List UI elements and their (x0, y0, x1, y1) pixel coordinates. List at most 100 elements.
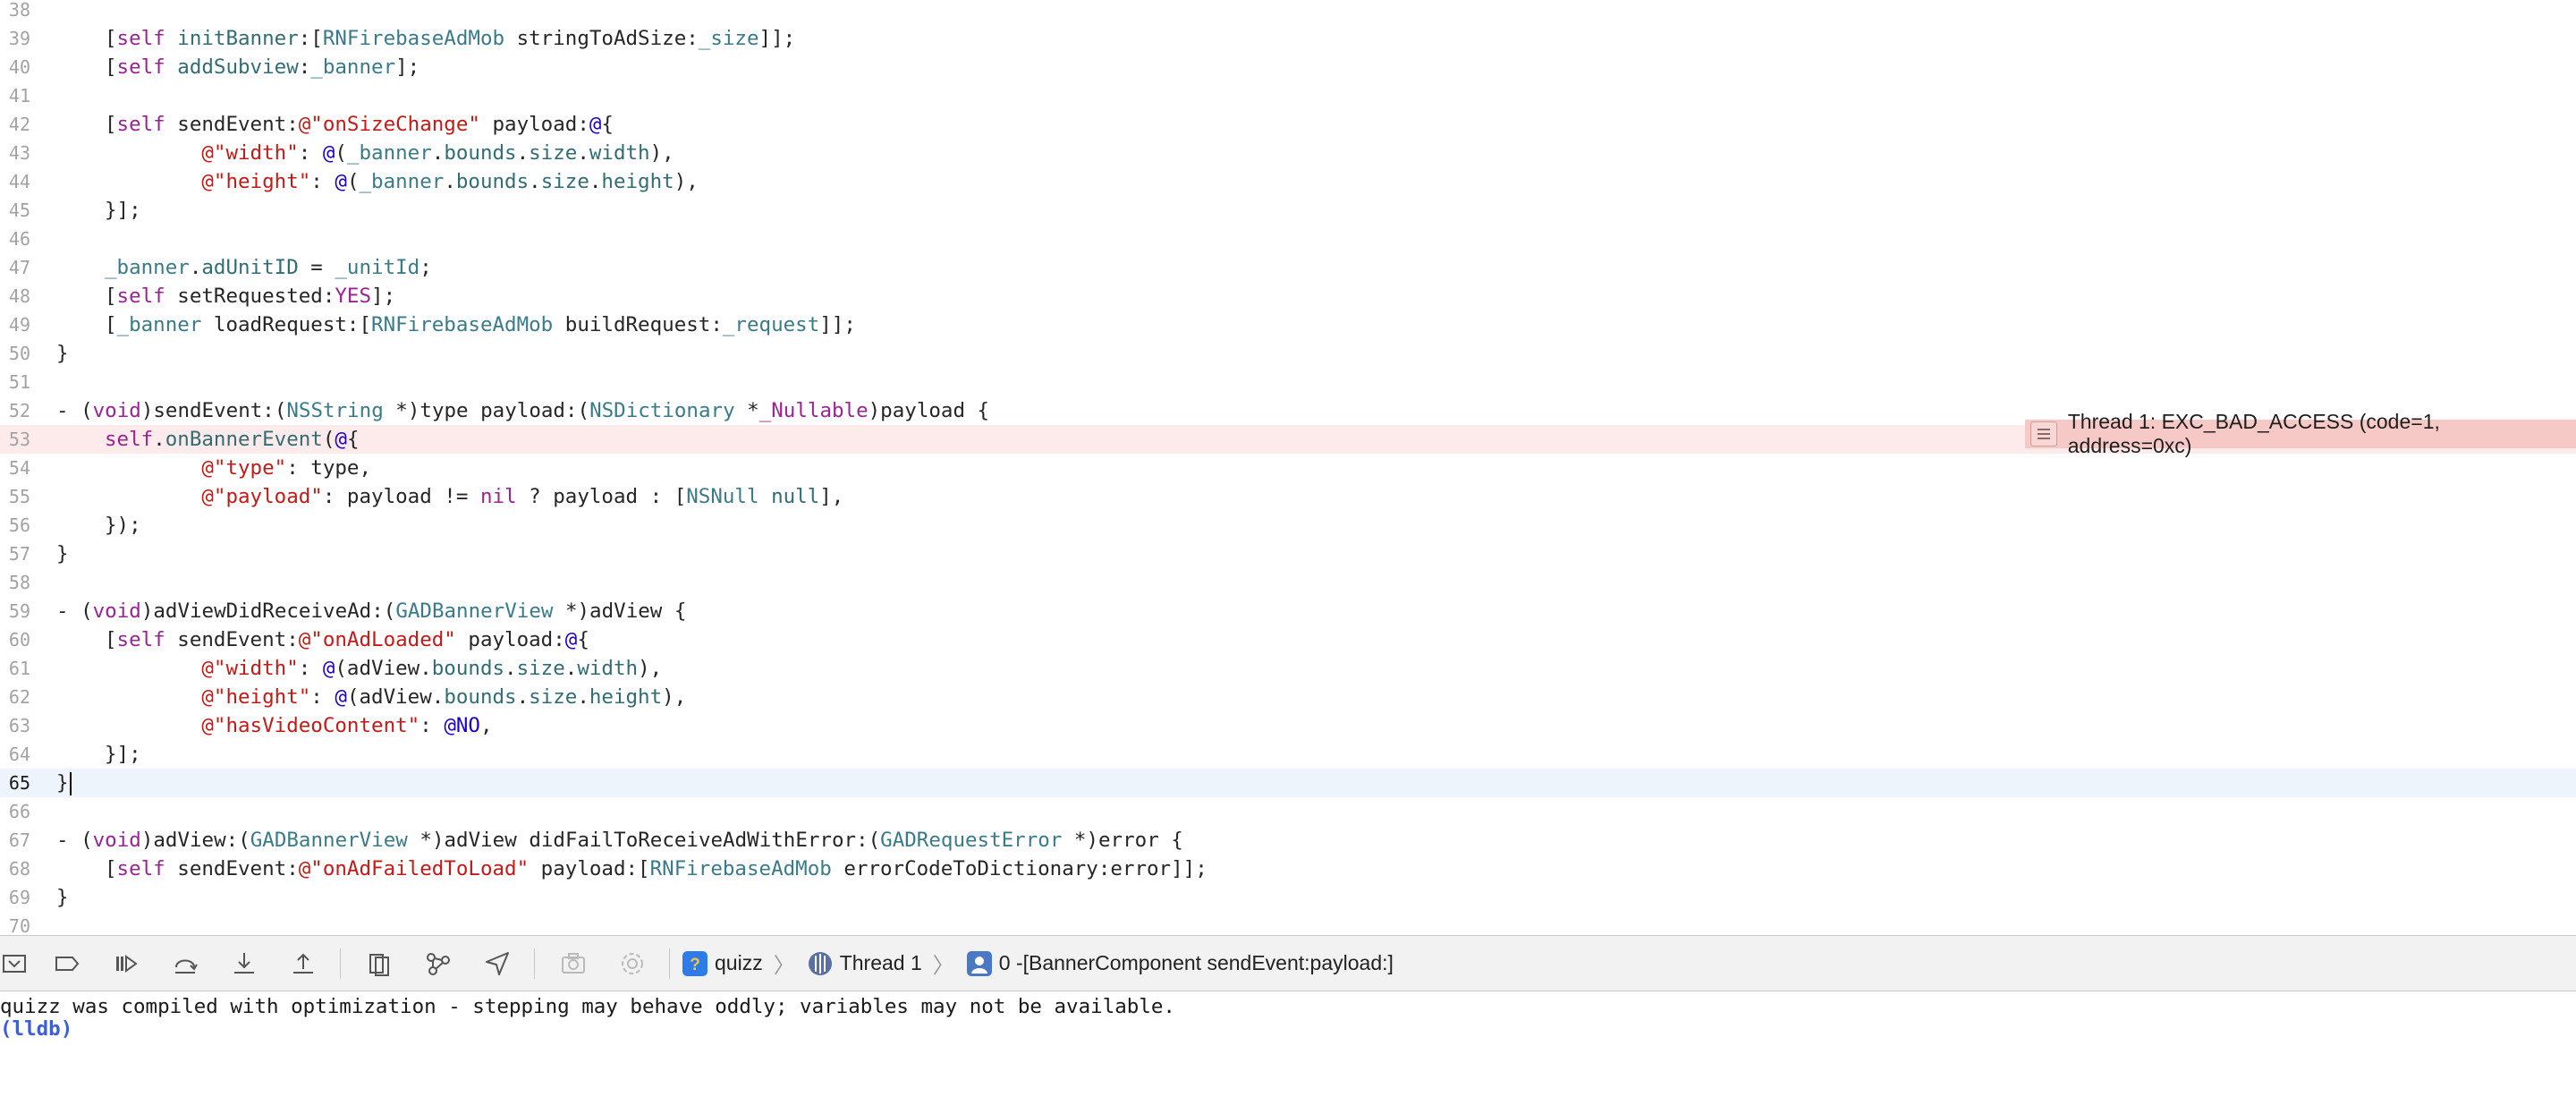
line-number[interactable]: 48 (0, 282, 30, 310)
svg-text:?: ? (690, 956, 700, 974)
continue-icon[interactable] (106, 943, 147, 984)
code-line[interactable]: 64}]; (0, 740, 2576, 769)
code-line[interactable]: 60 [self sendEvent:@"onAdLoaded" payload:… (0, 625, 2576, 654)
code-line[interactable]: 58 (0, 568, 2576, 597)
code-line[interactable]: 69} (0, 883, 2576, 912)
code-line[interactable]: 47 _banner.adUnitID = _unitId; (0, 253, 2576, 282)
code-line[interactable]: 63 @"hasVideoContent": @NO, (0, 711, 2576, 740)
camera-icon[interactable] (553, 943, 594, 984)
line-number[interactable]: 40 (0, 53, 30, 81)
code-text: } (56, 342, 69, 365)
breadcrumb-frame[interactable]: 0 -[BannerComponent sendEvent:payload:] (966, 950, 1394, 976)
memory-graph-icon[interactable] (418, 943, 459, 984)
code-line[interactable]: 61 @"width": @(adView.bounds.size.width)… (0, 654, 2576, 683)
code-line[interactable]: 56}); (0, 511, 2576, 540)
line-number[interactable]: 60 (0, 625, 30, 654)
simulate-location-icon[interactable] (477, 943, 518, 984)
step-into-icon[interactable] (224, 943, 265, 984)
code-line[interactable]: 38 (0, 0, 2576, 24)
line-number[interactable]: 57 (0, 540, 30, 568)
code-line[interactable]: 48 [self setRequested:YES]; (0, 282, 2576, 310)
breadcrumb-thread[interactable]: Thread 1 (808, 951, 922, 976)
code-line[interactable]: 44 @"height": @(_banner.bounds.size.heig… (0, 167, 2576, 196)
line-number[interactable]: 58 (0, 568, 30, 597)
code-text: - (void)adViewDidReceiveAd:(GADBannerVie… (56, 600, 687, 623)
code-text: }]; (105, 199, 141, 222)
error-annotation[interactable]: Thread 1: EXC_BAD_ACCESS (code=1, addres… (2025, 410, 2576, 457)
code-text: _banner.adUnitID = _unitId; (105, 256, 432, 279)
code-text: [_banner loadRequest:[RNFirebaseAdMob bu… (105, 313, 856, 336)
code-line[interactable]: 45}]; (0, 196, 2576, 225)
line-number[interactable]: 55 (0, 482, 30, 511)
code-line[interactable]: 49 [_banner loadRequest:[RNFirebaseAdMob … (0, 310, 2576, 339)
source-editor[interactable]: 38 39 [self initBanner:[RNFirebaseAdMob st… (0, 0, 2576, 935)
breadcrumb-app[interactable]: ? quizz (682, 950, 763, 976)
code-line[interactable]: 40 [self addSubview:_banner]; (0, 53, 2576, 81)
line-number[interactable]: 62 (0, 683, 30, 711)
line-number[interactable]: 56 (0, 511, 30, 540)
line-number[interactable]: 54 (0, 454, 30, 482)
breakpoint-icon[interactable] (47, 943, 88, 984)
code-line[interactable]: 51 (0, 368, 2576, 396)
code-line[interactable]: 46 (0, 225, 2576, 253)
line-number[interactable]: 66 (0, 797, 30, 826)
code-line[interactable]: 41 (0, 81, 2576, 110)
code-line[interactable]: 42 [self sendEvent:@"onSizeChange" payloa… (0, 110, 2576, 139)
line-number[interactable]: 67 (0, 826, 30, 855)
app-icon: ? (682, 950, 708, 976)
line-number[interactable]: 69 (0, 883, 30, 912)
line-number[interactable]: 63 (0, 711, 30, 740)
line-number[interactable]: 46 (0, 225, 30, 253)
code-line[interactable]: 43 @"width": @(_banner.bounds.size.width… (0, 139, 2576, 167)
line-number[interactable]: 47 (0, 253, 30, 282)
line-number[interactable]: 61 (0, 654, 30, 683)
line-number[interactable]: 50 (0, 339, 30, 368)
code-line[interactable]: 67 - (void)adView:(GADBannerView *)adView… (0, 826, 2576, 855)
view-debugger-icon[interactable] (359, 943, 400, 984)
line-number[interactable]: 38 (0, 0, 30, 24)
code-text: [self initBanner:[RNFirebaseAdMob string… (105, 27, 796, 50)
code-line[interactable]: 66 (0, 797, 2576, 826)
code-line[interactable]: 70 (0, 912, 2576, 935)
line-number[interactable]: 70 (0, 912, 30, 935)
line-number[interactable]: 68 (0, 855, 30, 883)
hide-debug-area-icon[interactable] (0, 943, 29, 984)
line-number[interactable]: 49 (0, 310, 30, 339)
line-number[interactable]: 41 (0, 81, 30, 110)
error-list-icon[interactable] (2030, 421, 2057, 446)
code-line[interactable]: 68 [self sendEvent:@"onAdFailedToLoad" pa… (0, 855, 2576, 883)
error-message: Thread 1: EXC_BAD_ACCESS (code=1, addres… (2067, 410, 2440, 457)
code-text: @"hasVideoContent": @NO, (201, 714, 493, 737)
console-message: quizz was compiled with optimization - s… (0, 995, 1175, 1018)
line-number[interactable]: 52 (0, 396, 30, 425)
line-number[interactable]: 65 (0, 769, 30, 797)
code-text: [self addSubview:_banner]; (105, 55, 420, 79)
code-text: }]; (105, 743, 141, 766)
line-number[interactable]: 43 (0, 139, 30, 167)
line-number[interactable]: 45 (0, 196, 30, 225)
gear-icon[interactable] (612, 943, 653, 984)
line-number[interactable]: 42 (0, 110, 30, 139)
code-line[interactable]: 55 @"payload": payload != nil ? payload … (0, 482, 2576, 511)
code-line[interactable]: 62 @"height": @(adView.bounds.size.heigh… (0, 683, 2576, 711)
line-number[interactable]: 64 (0, 740, 30, 769)
step-out-icon[interactable] (283, 943, 324, 984)
code-line[interactable]: 57} (0, 540, 2576, 568)
debug-console[interactable]: quizz was compiled with optimization - s… (0, 991, 2576, 1097)
breadcrumb-thread-label: Thread 1 (839, 951, 922, 974)
line-number[interactable]: 51 (0, 368, 30, 396)
code-text: @"width": @(adView.bounds.size.width), (201, 657, 663, 680)
step-over-icon[interactable] (165, 943, 206, 984)
line-number[interactable]: 44 (0, 167, 30, 196)
code-line[interactable]: 50} (0, 339, 2576, 368)
line-number[interactable]: 59 (0, 597, 30, 625)
code-line[interactable]: 65} (0, 769, 2576, 797)
line-number[interactable]: 39 (0, 24, 30, 53)
code-text: [self sendEvent:@"onSizeChange" payload:… (105, 113, 614, 136)
code-line[interactable]: 59 - (void)adViewDidReceiveAd:(GADBannerV… (0, 597, 2576, 625)
toolbar-separator (669, 948, 670, 979)
lldb-prompt[interactable]: (lldb) (0, 1017, 72, 1042)
code-line[interactable]: 39 [self initBanner:[RNFirebaseAdMob stri… (0, 24, 2576, 53)
breadcrumb-frame-label: 0 -[BannerComponent sendEvent:payload:] (998, 951, 1394, 974)
line-number[interactable]: 53 (0, 425, 30, 454)
